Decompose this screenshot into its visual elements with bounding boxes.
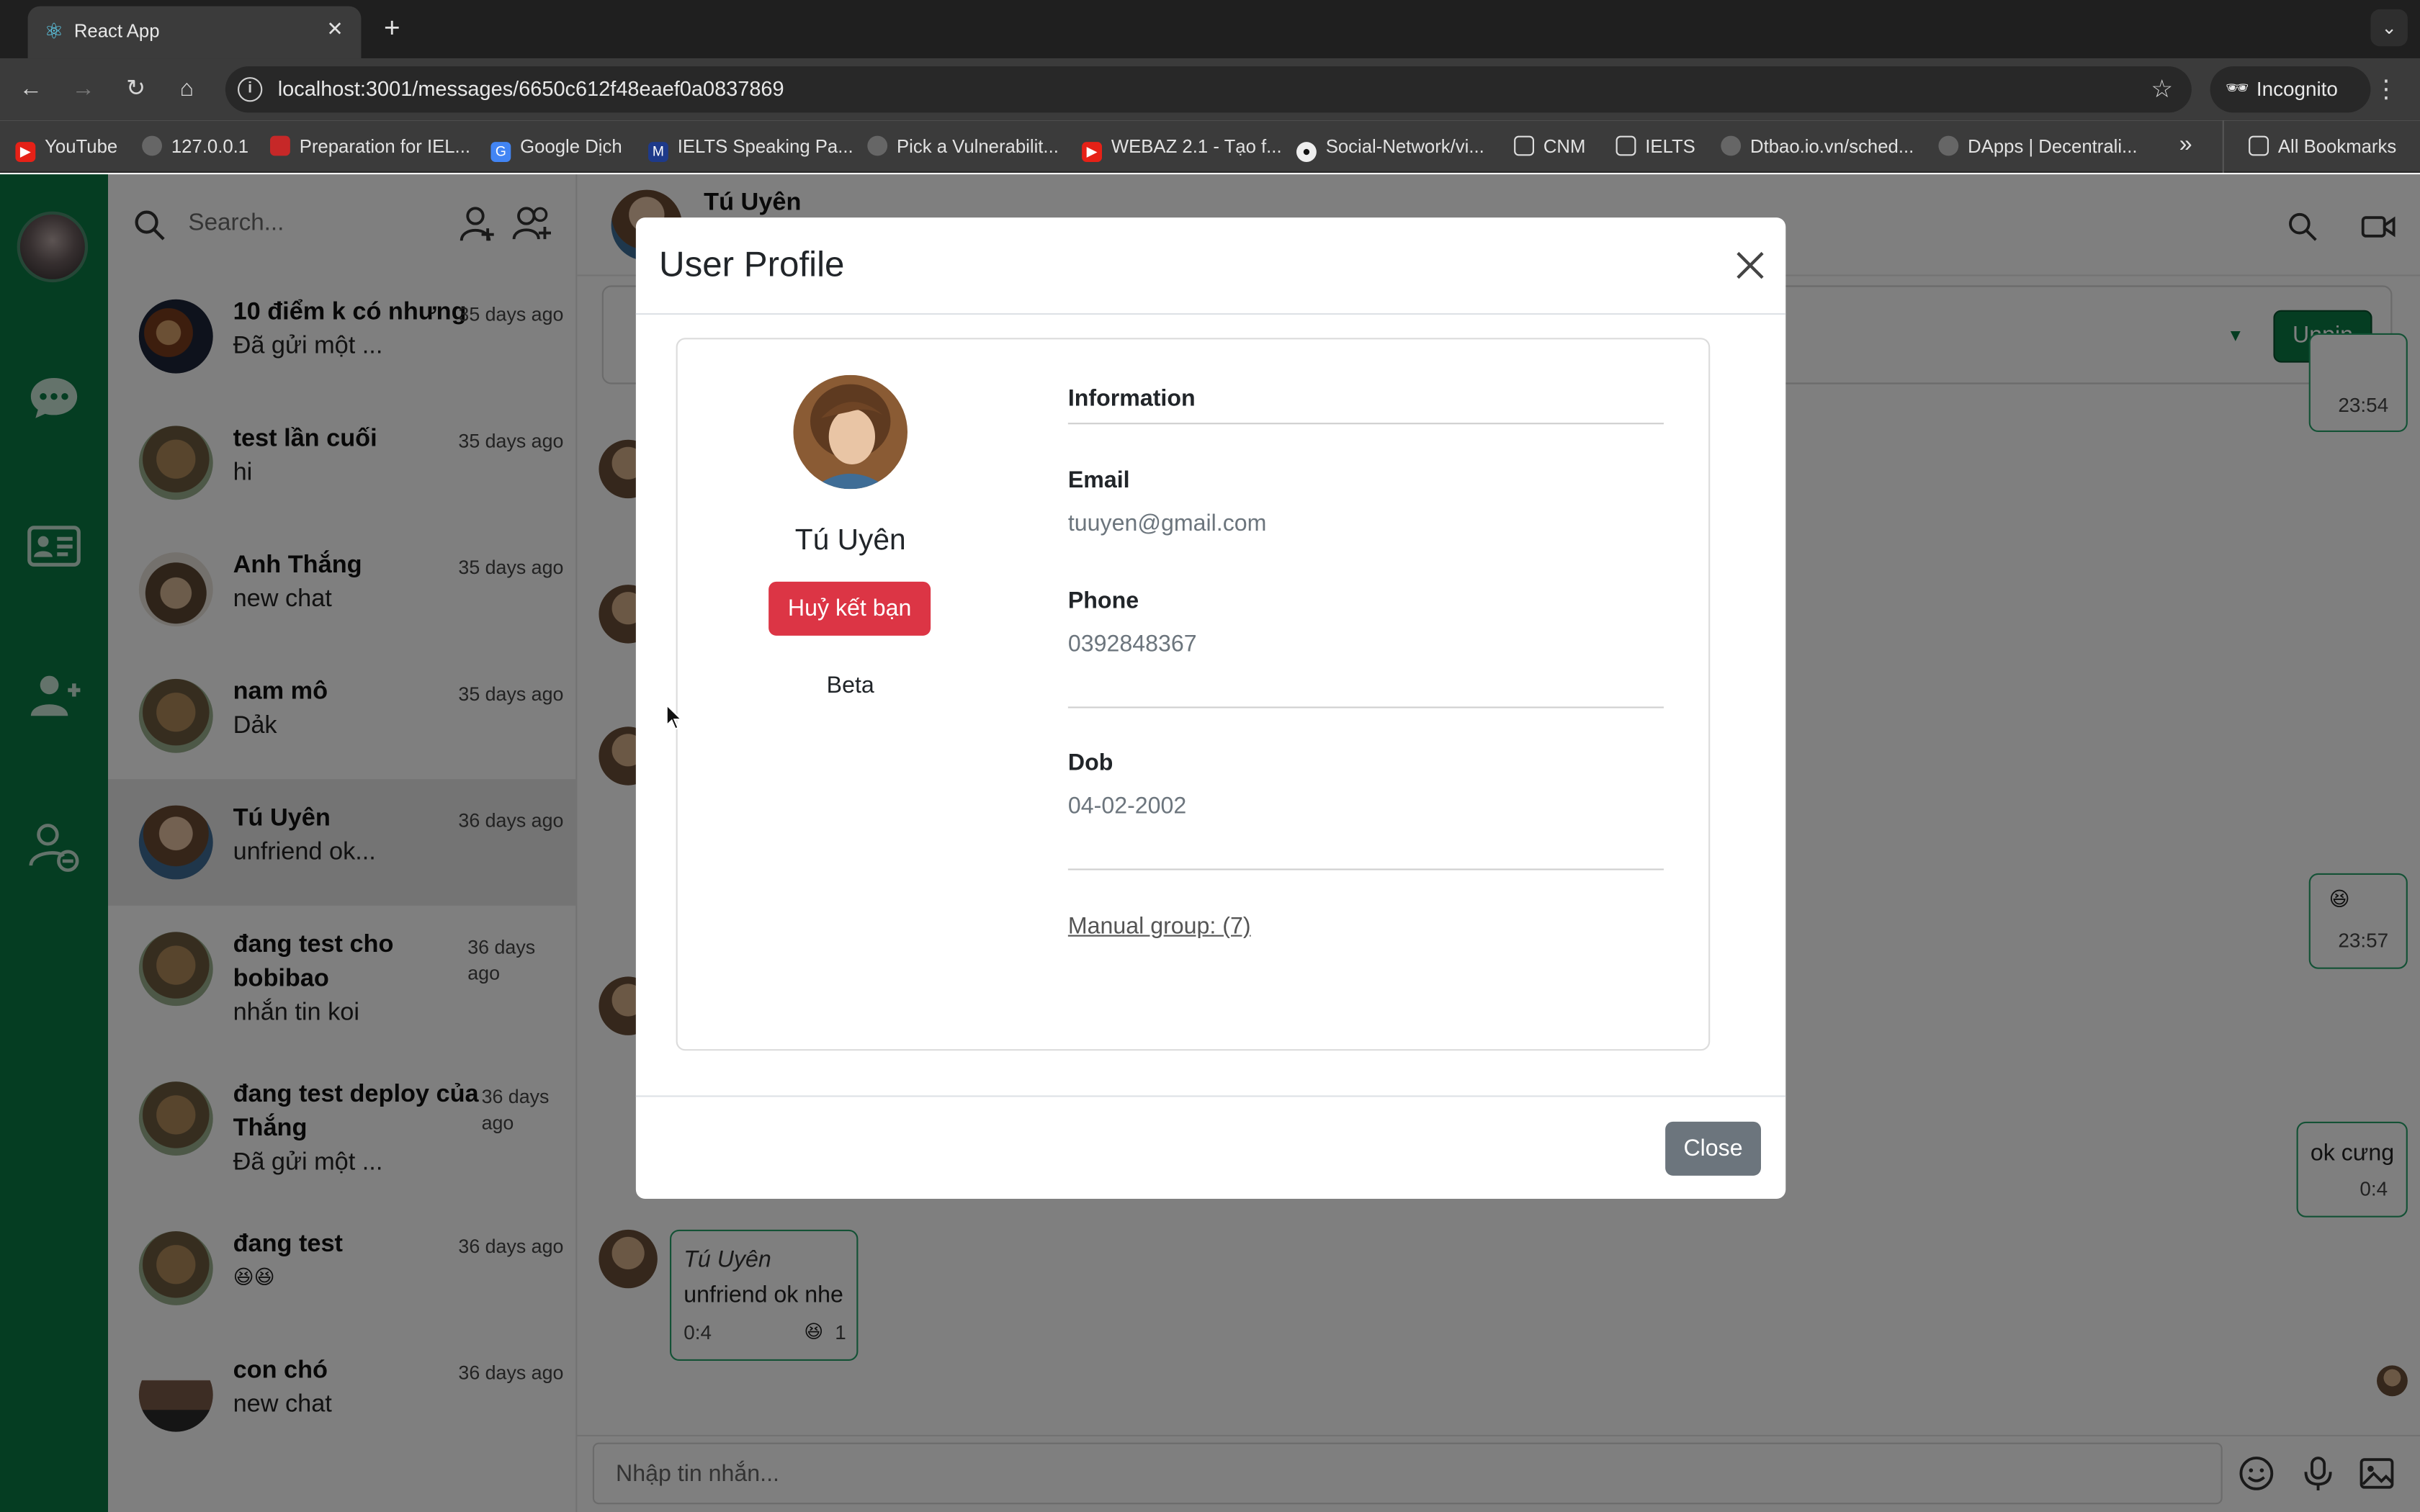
bookmark-item[interactable]: Pick a Vulnerabilit...	[867, 135, 1059, 158]
bookmark-item[interactable]: Preparation for IEL...	[270, 135, 470, 158]
incognito-label: Incognito	[2256, 77, 2338, 101]
globe-icon	[867, 135, 888, 156]
tab-search-chevron-icon[interactable]: ⌄	[2370, 9, 2408, 47]
modal-footer: Close	[635, 1095, 1786, 1199]
divider	[1067, 706, 1664, 708]
bookmarks-divider	[2222, 120, 2224, 173]
browser-tab-strip: ⚛ React App ✕ + ⌄	[0, 0, 2420, 59]
youtube-icon: ▶	[15, 142, 36, 162]
profile-card: Tú Uyên Huỷ kết bạn Beta Information Ema…	[676, 338, 1711, 1051]
folder-icon	[1615, 135, 1636, 156]
youtube-icon: ▶	[1082, 142, 1102, 162]
ielts-icon	[270, 135, 290, 156]
unfriend-button[interactable]: Huỷ kết bạn	[768, 581, 931, 636]
mouse-cursor-icon	[666, 703, 684, 730]
browser-toolbar: ← → ↻ ⌂ i localhost:3001/messages/6650c6…	[0, 58, 2420, 121]
bookmark-item[interactable]: ● Social-Network/vi...	[1296, 136, 1484, 162]
browser-tab[interactable]: ⚛ React App ✕	[27, 6, 362, 59]
all-bookmarks-folder[interactable]: All Bookmarks	[2249, 135, 2396, 158]
email-value: tuuyen@gmail.com	[1067, 510, 1267, 537]
close-button[interactable]: Close	[1665, 1121, 1761, 1176]
bookmark-item[interactable]: G Google Dịch	[490, 136, 622, 162]
address-bar[interactable]: i localhost:3001/messages/6650c612f48eae…	[225, 66, 2192, 113]
profile-name: Tú Uyên	[794, 524, 906, 557]
folder-icon	[1514, 135, 1534, 156]
back-arrow-icon[interactable]: ←	[15, 74, 46, 105]
new-tab-icon[interactable]: +	[377, 12, 408, 43]
browser-menu-icon[interactable]: ⋮	[2374, 74, 2398, 105]
bookmarks-bar: ▶ YouTube 127.0.0.1 Preparation for IEL..…	[0, 120, 2420, 173]
bookmark-item[interactable]: M IELTS Speaking Pa...	[648, 136, 853, 162]
home-icon[interactable]: ⌂	[171, 74, 202, 105]
email-label: Email	[1067, 467, 1130, 494]
user-profile-modal: User Profile Tú Uyên Huỷ kết bạn Beta In…	[635, 217, 1786, 1200]
incognito-indicator[interactable]: 🕶 Incognito	[2210, 66, 2371, 113]
close-icon[interactable]	[1731, 247, 1768, 284]
divider	[1067, 868, 1664, 870]
phone-value: 0392848367	[1067, 631, 1197, 657]
github-icon: ●	[1296, 142, 1317, 162]
react-logo-icon: ⚛	[44, 18, 64, 43]
profile-photo	[793, 374, 908, 490]
globe-icon	[1721, 135, 1742, 156]
incognito-icon: 🕶	[2226, 77, 2249, 99]
screen: ⚛ React App ✕ + ⌄ ← → ↻ ⌂ i localhost:30…	[0, 0, 2420, 1512]
dob-value: 04-02-2002	[1067, 793, 1187, 819]
reload-icon[interactable]: ↻	[120, 74, 151, 105]
bookmark-item[interactable]: ▶ WEBAZ 2.1 - Tạo f...	[1082, 136, 1282, 162]
bookmark-item[interactable]: DApps | Decentrali...	[1938, 135, 2137, 158]
forward-arrow-icon[interactable]: →	[68, 74, 99, 105]
profile-bio: Beta	[826, 672, 874, 699]
bookmark-folder[interactable]: CNM	[1514, 135, 1585, 158]
bookmark-item[interactable]: ▶ YouTube	[15, 136, 117, 162]
close-tab-icon[interactable]: ✕	[321, 15, 349, 43]
information-heading: Information	[1067, 386, 1664, 425]
modal-header: User Profile	[635, 217, 1786, 315]
more-bookmarks-icon[interactable]: »	[2179, 131, 2192, 157]
modal-title: User Profile	[659, 243, 845, 284]
globe-icon	[142, 135, 162, 156]
tab-title: React App	[73, 19, 160, 42]
google-translate-icon: G	[490, 142, 511, 162]
bookmark-item[interactable]: Dtbao.io.vn/sched...	[1721, 135, 1914, 158]
dob-label: Dob	[1067, 750, 1113, 776]
site-info-icon[interactable]: i	[238, 77, 263, 102]
folder-icon	[2249, 135, 2269, 156]
bookmark-item[interactable]: 127.0.0.1	[142, 135, 248, 158]
ielts-speaking-icon: M	[648, 142, 668, 162]
bookmark-folder[interactable]: IELTS	[1615, 135, 1695, 158]
url-text: localhost:3001/messages/6650c612f48eaef0…	[277, 77, 784, 101]
bookmark-star-icon[interactable]: ☆	[2151, 74, 2173, 105]
phone-label: Phone	[1067, 588, 1139, 614]
globe-icon	[1938, 135, 1959, 156]
manual-group-link[interactable]: Manual group: (7)	[1068, 914, 1251, 940]
profile-avatar	[793, 374, 908, 490]
